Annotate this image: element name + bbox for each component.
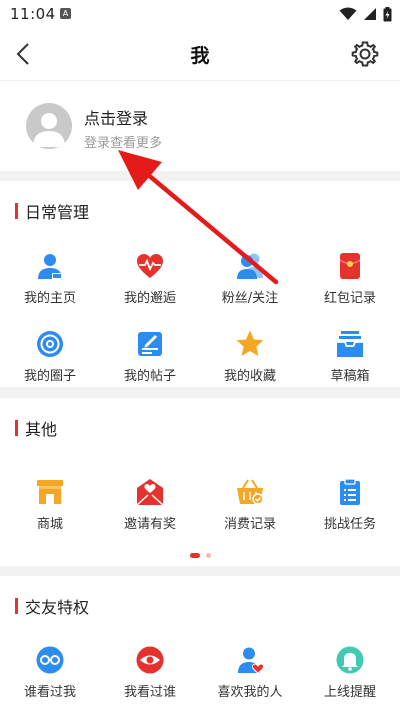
star-icon <box>236 330 264 356</box>
grid-item-my-homepage[interactable]: 我的主页 <box>0 251 100 306</box>
grid-item-invite[interactable]: 邀请有奖 <box>100 477 200 532</box>
grid-item-red-envelope[interactable]: 红包记录 <box>300 251 400 306</box>
user-heart-icon <box>238 647 265 674</box>
eye-icon <box>136 646 164 674</box>
section-title: 日常管理 <box>25 203 90 222</box>
section-friends: 交友特权 谁看过我 我看过谁 喜欢我的人 上线提醒 <box>0 576 400 711</box>
section-header-friends: 交友特权 <box>15 596 90 617</box>
status-icons <box>339 6 392 22</box>
wifi-icon <box>339 7 357 20</box>
basket-icon <box>237 479 264 505</box>
grid-item-label: 商城 <box>36 517 63 532</box>
section-other: 其他 商城 邀请有奖 消费记录 挑战任务 <box>0 398 400 566</box>
section-header-other: 其他 <box>15 418 58 439</box>
grid-item-label: 邀请有奖 <box>123 517 176 532</box>
grid-item-label: 红包记录 <box>323 291 376 306</box>
grid-item-who-i-viewed[interactable]: 我看过谁 <box>100 645 200 700</box>
notification-a-icon: A <box>60 8 71 19</box>
section-header-daily: 日常管理 <box>15 201 90 222</box>
grid-item-online-reminder[interactable]: 上线提醒 <box>300 645 400 700</box>
grid-item-challenge[interactable]: 挑战任务 <box>300 477 400 532</box>
glasses-icon <box>36 646 64 674</box>
grid-item-label: 我的邂逅 <box>123 291 176 306</box>
grid-item-label: 我的帖子 <box>123 369 176 384</box>
invite-envelope-icon <box>136 479 164 506</box>
grid-item-my-favorites[interactable]: 我的收藏 <box>200 329 300 384</box>
section-title: 交友特权 <box>25 598 90 617</box>
grid-item-who-viewed-me[interactable]: 谁看过我 <box>0 645 100 700</box>
grid-item-label: 消费记录 <box>223 517 276 532</box>
clipboard-icon <box>340 478 360 505</box>
gear-icon[interactable] <box>350 39 380 69</box>
section-title: 其他 <box>25 420 58 439</box>
post-edit-icon <box>138 332 162 356</box>
status-time: 11:04 <box>10 5 56 23</box>
signal-icon <box>364 8 376 20</box>
section-marker <box>15 598 18 614</box>
grid-item-label: 谁看过我 <box>23 685 76 700</box>
status-bar: 11:04 A <box>0 0 400 28</box>
circle-target-icon <box>37 331 63 357</box>
grid-item-my-encounter[interactable]: 我的邂逅 <box>100 251 200 306</box>
battery-icon <box>383 6 392 21</box>
heart-pulse-icon <box>137 254 163 278</box>
grid-item-label: 我的主页 <box>23 291 76 306</box>
section-daily: 日常管理 我的主页 我的邂逅 粉丝/关注 红包记录 我的圈子 我的帖子 我的收藏… <box>0 181 400 387</box>
red-envelope-icon <box>339 253 361 279</box>
bell-icon <box>336 646 364 674</box>
grid-item-fans-follow[interactable]: 粉丝/关注 <box>200 251 300 306</box>
page-title: 我 <box>190 45 210 67</box>
nav-bar: 我 <box>0 28 400 81</box>
grid-item-my-circle[interactable]: 我的圈子 <box>0 329 100 384</box>
grid-item-label: 上线提醒 <box>323 685 376 700</box>
section-marker <box>15 420 18 436</box>
grid-item-label: 粉丝/关注 <box>221 291 279 306</box>
default-avatar-icon <box>33 113 65 147</box>
inbox-tray-icon <box>337 331 363 357</box>
login-card[interactable]: 点击登录 登录查看更多 <box>0 81 400 171</box>
grid-item-label: 草稿箱 <box>330 369 370 384</box>
grid-item-label: 我的圈子 <box>23 369 76 384</box>
page-dot-active[interactable] <box>189 553 200 558</box>
page-indicator <box>0 545 400 558</box>
fans-icon <box>237 253 263 279</box>
grid-item-label: 我看过谁 <box>123 685 176 700</box>
login-subtitle: 登录查看更多 <box>84 136 163 151</box>
grid-item-my-posts[interactable]: 我的帖子 <box>100 329 200 384</box>
page-dot[interactable] <box>205 553 211 558</box>
grid-item-who-likes-me[interactable]: 喜欢我的人 <box>200 645 300 700</box>
homepage-icon <box>38 254 62 279</box>
section-marker <box>15 203 18 219</box>
grid-item-drafts[interactable]: 草稿箱 <box>300 329 400 384</box>
avatar[interactable] <box>26 103 72 149</box>
login-link[interactable]: 点击登录 <box>84 105 148 129</box>
shop-icon <box>37 480 63 504</box>
grid-item-label: 我的收藏 <box>223 369 276 384</box>
grid-item-shop[interactable]: 商城 <box>0 477 100 532</box>
grid-item-spending-record[interactable]: 消费记录 <box>200 477 300 532</box>
grid-item-label: 挑战任务 <box>323 517 376 532</box>
grid-item-label: 喜欢我的人 <box>217 685 283 700</box>
